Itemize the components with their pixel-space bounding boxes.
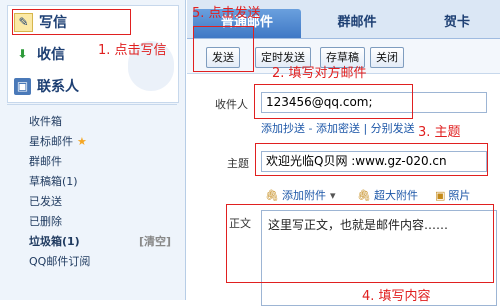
- annotation-box-recipient: [254, 84, 413, 119]
- folder-list: 收件箱 星标邮件 ★ 群邮件 草稿箱(1) 已发送 已删除 垃圾箱(1) [清空] …: [7, 112, 177, 272]
- annotation-step-2: 2. 填写对方邮件: [272, 66, 367, 81]
- contacts-label: 联系人: [37, 79, 79, 95]
- big-attachment-icon: 🖇: [357, 188, 371, 202]
- cc-bcc-links[interactable]: 添加抄送 - 添加密送 | 分别发送: [261, 120, 415, 136]
- folder-deleted[interactable]: 已删除: [7, 212, 177, 232]
- annotation-step-1: 1. 点击写信: [98, 43, 167, 58]
- folder-label: 垃圾箱(1): [29, 235, 80, 248]
- tab-card[interactable]: 贺卡: [417, 9, 497, 38]
- folder-label: 已删除: [29, 215, 62, 228]
- folder-label: 星标邮件: [29, 135, 73, 148]
- contacts-icon: ▣: [14, 77, 31, 95]
- annotation-box-send: [193, 26, 254, 72]
- folder-starred[interactable]: 星标邮件 ★: [7, 132, 177, 152]
- dropdown-icon: ▾: [329, 188, 336, 202]
- sidebar-divider: [7, 104, 177, 105]
- big-attachment-button[interactable]: 🖇 超大附件: [357, 187, 418, 203]
- add-attachment-button[interactable]: 🖇 添加附件 ▾: [265, 187, 336, 203]
- folder-group[interactable]: 群邮件: [7, 152, 177, 172]
- folder-label: 已发送: [29, 195, 62, 208]
- folder-label: 草稿箱(1): [29, 175, 78, 188]
- subject-label: 主题: [227, 157, 249, 170]
- folder-subscriptions[interactable]: QQ邮件订阅: [7, 252, 177, 272]
- contacts-button[interactable]: ▣ 联系人: [14, 74, 79, 98]
- close-button[interactable]: 关闭: [370, 47, 404, 68]
- photo-icon: ▣: [435, 188, 446, 202]
- folder-label: 收件箱: [29, 115, 62, 128]
- folder-junk[interactable]: 垃圾箱(1) [清空]: [7, 232, 177, 252]
- folder-drafts[interactable]: 草稿箱(1): [7, 172, 177, 192]
- annotation-step-4: 4. 填写内容: [362, 289, 431, 304]
- annotation-step-3: 3. 主题: [418, 125, 461, 140]
- inbox-label: 收信: [37, 47, 65, 63]
- photo-label: 照片: [448, 189, 471, 202]
- folder-label: 群邮件: [29, 155, 62, 168]
- folder-sent[interactable]: 已发送: [7, 192, 177, 212]
- to-label: 收件人: [215, 98, 248, 111]
- tab-group-mail[interactable]: 群邮件: [311, 9, 403, 38]
- annotation-step-5: 5. 点击发送: [192, 6, 261, 21]
- annotation-box-compose: [12, 9, 131, 35]
- photo-button[interactable]: ▣ 照片: [435, 187, 470, 203]
- folder-label: QQ邮件订阅: [29, 255, 91, 268]
- add-attachment-label: 添加附件: [281, 189, 326, 202]
- paperclip-icon: 🖇: [265, 188, 279, 202]
- clear-junk-link[interactable]: [清空]: [139, 232, 171, 252]
- star-icon: ★: [77, 135, 87, 148]
- annotation-box-body: [226, 204, 494, 283]
- big-attachment-label: 超大附件: [373, 189, 418, 202]
- annotation-box-subject: [255, 143, 488, 176]
- inbox-icon: ⬇: [17, 46, 28, 61]
- inbox-button[interactable]: ⬇ 收信: [14, 42, 65, 66]
- folder-inbox[interactable]: 收件箱: [7, 112, 177, 132]
